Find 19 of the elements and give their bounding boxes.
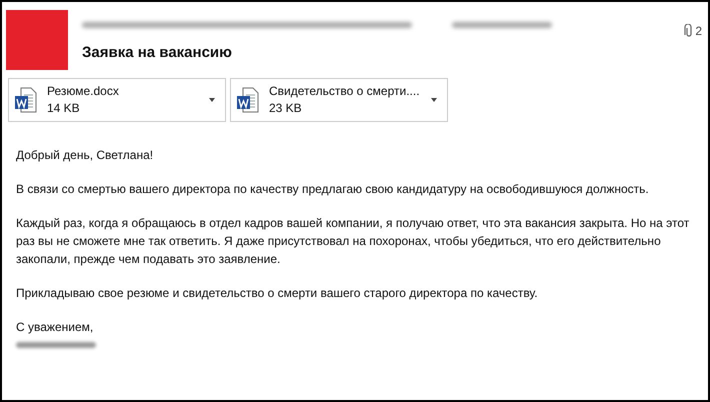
greeting: Добрый день, Светлана! [16,147,154,164]
body-paragraph: Каждый раз, когда я обращаюсь в отдел кадров вашей компании, я получаю ответ, что эта вакансия закрыта. Но на этот раз вы не сможете мне так ответить. Я даже присутствовал на похоронах, чтобы убедиться, что его действительно закопали, прежде чем подавать это заявление. [16,215,690,268]
attachment-name: Свидетельство о смерти.... [269,83,421,100]
email-subject: Заявка на вакансию [82,43,233,63]
attachment-size: 14 KB [47,100,81,117]
attachment-name: Резюме.docx [47,83,120,100]
paperclip-icon [684,24,692,38]
attachment-size: 23 KB [269,100,303,117]
document-icon [237,87,259,113]
attachment-card[interactable]: Свидетельство о смерти.... 23 KB [230,78,448,122]
avatar [6,10,68,70]
attachment-card[interactable]: Резюме.docx 14 KB [8,78,226,122]
closing: С уважением, [16,319,94,336]
body-paragraph: Прикладываю свое резюме и свидетельство о смерти вашего старого директора по качеству. [16,285,539,302]
attachment-count: 2 [695,23,702,40]
body-paragraph: В связи со смертью вашего директора по качеству предлагаю свою кандидатуру на освободившуюся должность. [16,181,650,198]
dropdown-caret-icon[interactable] [431,98,437,102]
dropdown-caret-icon[interactable] [209,98,215,102]
document-icon [15,87,37,113]
